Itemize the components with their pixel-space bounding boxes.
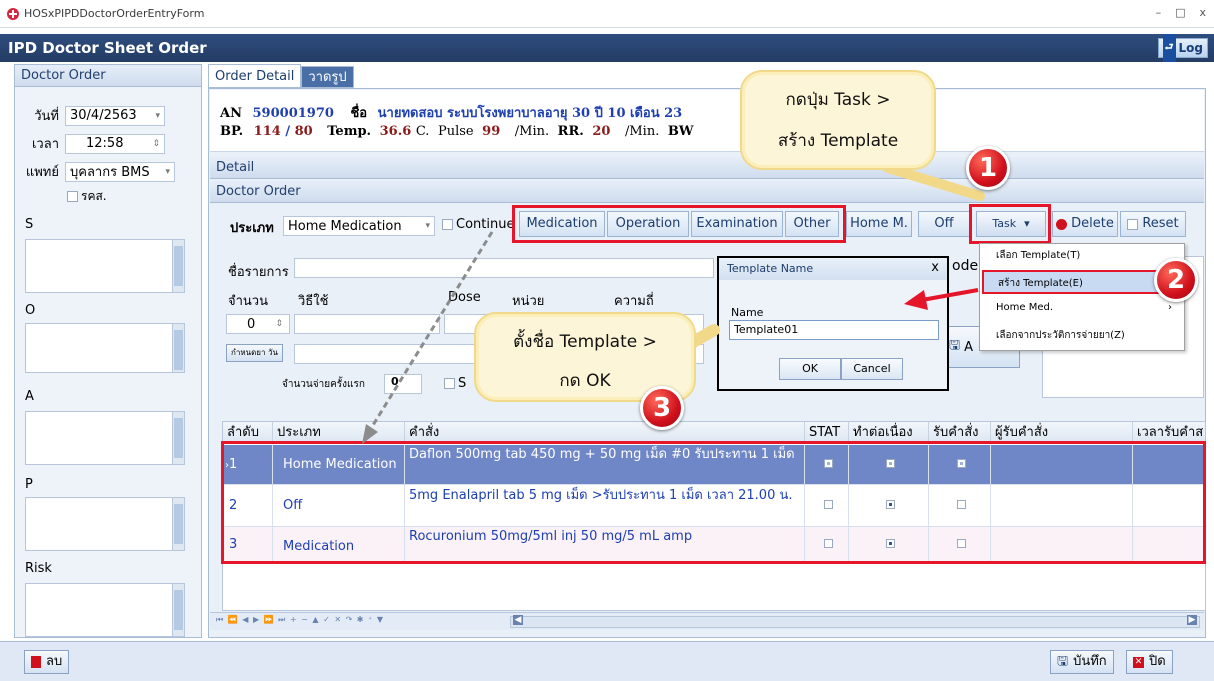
step-badge-2: 2 [1154,258,1198,302]
callout-1-line1: กดปุ่ม Task > [785,90,891,110]
red-arrowhead-icon [904,290,928,310]
step-badge-1: 1 [966,146,1010,190]
callout-1-line2: สร้าง Template [777,131,899,151]
callout-3-line1: ตั้งชื่อ Template > [513,332,657,352]
red-arrow-icon [921,288,979,302]
callout-step-1: กดปุ่ม Task > สร้าง Template [740,70,936,170]
dashed-arrowhead-icon [362,424,378,444]
step-badge-3: 3 [640,386,684,430]
